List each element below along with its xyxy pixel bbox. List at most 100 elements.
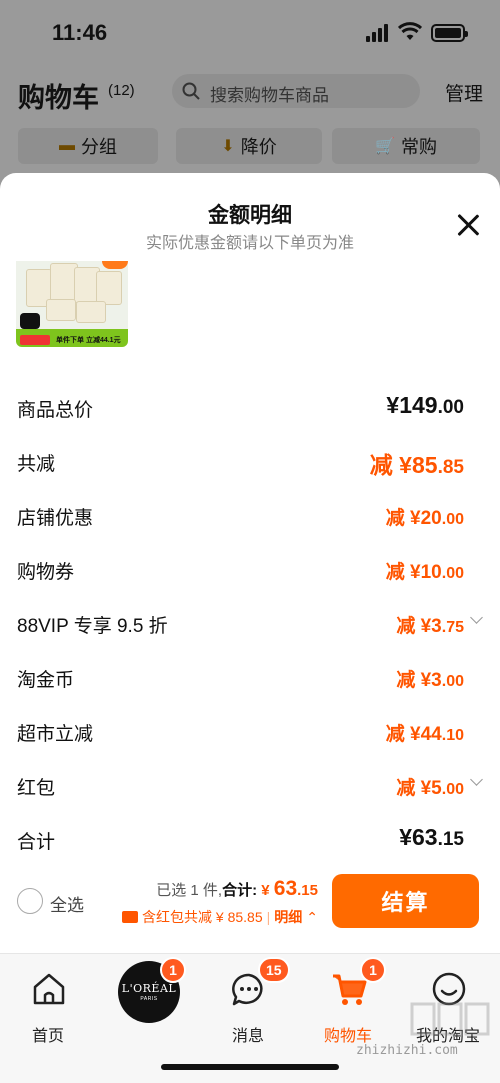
notification-badge: 1: [160, 957, 186, 983]
total-prefix: ¥: [261, 882, 274, 899]
value-prefix: 减 ¥: [385, 562, 421, 583]
filter-chip-frequent[interactable]: 🛒 常购: [332, 128, 480, 164]
red-packet-icon: [122, 911, 139, 923]
amount-row[interactable]: 88VIP 专享 9.5 折 减 ¥3.75: [0, 605, 500, 659]
chevron-down-icon[interactable]: [470, 775, 484, 789]
value-prefix: 减 ¥: [396, 616, 432, 637]
notification-badge: 1: [360, 957, 386, 983]
value-dec: .15: [437, 829, 464, 850]
sheet-title: 金额明细: [208, 204, 292, 227]
chevron-up-icon: ⌃: [306, 908, 318, 925]
select-all-label[interactable]: 全选: [50, 891, 84, 916]
amount-row: 淘金币 减 ¥3.00: [0, 659, 500, 713]
battery-icon: [431, 24, 468, 42]
cart-header: 购物车 (12) 搜索购物车商品 管理: [0, 66, 500, 118]
status-time: 11:46: [52, 20, 108, 45]
amount-row-label: 共减: [17, 454, 56, 475]
amount-row-label: 店铺优惠: [17, 508, 94, 529]
value-prefix: ¥: [386, 392, 400, 418]
amount-row-value: 减 ¥3.75: [396, 611, 464, 638]
amount-row-label: 淘金币: [17, 670, 75, 691]
discount-summary[interactable]: 含红包共减 ¥ 85.85 | 明细 ⌃: [122, 907, 318, 927]
value-int: 149: [399, 392, 438, 418]
value-dec: .00: [441, 673, 464, 690]
value-prefix: 减 ¥: [385, 724, 421, 745]
tmall-cat-icon: [20, 313, 40, 329]
amount-row-value: 减 ¥10.00: [386, 557, 464, 584]
thumb-pack: [96, 271, 122, 305]
filter-chip-label: 常购: [400, 137, 437, 157]
amount-row-label: 购物券: [17, 562, 75, 583]
search-placeholder: 搜索购物车商品: [210, 86, 329, 105]
amount-row: 商品总价 ¥149.00: [0, 389, 500, 443]
value-prefix: 减 ¥: [369, 452, 412, 478]
filter-row: ▬ 分组 ⬇ 降价 🛒 常购: [0, 128, 500, 166]
thumb-badge: [20, 335, 50, 345]
value-dec: .00: [441, 781, 464, 798]
thumb-pack: [46, 299, 76, 321]
total-label: 合计:: [222, 882, 258, 899]
close-icon[interactable]: [456, 213, 480, 237]
amount-row-label: 超市立减: [17, 724, 94, 745]
total-int: 63: [273, 877, 298, 900]
chevron-down-icon[interactable]: [470, 613, 484, 627]
notification-badge: 15: [258, 957, 290, 983]
value-int: 20: [420, 508, 442, 529]
amount-row-value: 减 ¥20.00: [386, 503, 464, 530]
checkout-button[interactable]: 结算: [332, 874, 479, 928]
thumb-corner-tag: [102, 261, 128, 269]
value-int: 85: [411, 452, 438, 478]
filter-chip-price-drop[interactable]: ⬇ 降价: [176, 128, 322, 164]
tab-label: 消息: [231, 1028, 264, 1045]
amount-row-label: 88VIP 专享 9.5 折: [17, 616, 168, 637]
value-int: 3: [431, 616, 442, 637]
value-dec: .85: [437, 457, 464, 478]
amount-row-value: 减 ¥85.85: [370, 446, 464, 480]
watermark-logo: [410, 1000, 490, 1040]
search-input[interactable]: 搜索购物车商品: [172, 74, 420, 108]
cart-page-background: 11:46 购物车 (12) 搜索购物车商品 管理 ▬ 分组 ⬇ 降价 🛒 常购: [0, 0, 500, 190]
value-dec: .00: [441, 565, 464, 582]
amount-detail-sheet: 金额明细 实际优惠金额请以下单页为准 单件下单 立减44.1元 商品总价 ¥149…: [0, 173, 500, 953]
select-all-radio[interactable]: [17, 888, 43, 914]
value-prefix: 减 ¥: [396, 778, 432, 799]
brand-sub: PARIS: [140, 996, 158, 1002]
page-title: 购物车: [18, 83, 99, 113]
search-icon: [182, 82, 200, 100]
value-dec: .75: [441, 619, 464, 636]
checkout-bar: 全选 已选 1 件,合计: ¥ 63.15 含红包共减 ¥ 85.85 | 明细…: [0, 866, 500, 936]
filter-chip-label: 降价: [240, 137, 277, 157]
tab-label: 首页: [31, 1028, 64, 1045]
detail-toggle[interactable]: 明细: [274, 907, 302, 927]
manage-button[interactable]: 管理: [445, 79, 483, 106]
thumb-ribbon-text: 单件下单 立减44.1元: [56, 337, 121, 344]
value-int: 3: [431, 670, 442, 691]
cart-icon: 🛒: [375, 138, 395, 155]
selected-summary: 已选 1 件,合计: ¥ 63.15: [156, 877, 318, 901]
amount-row-label: 红包: [17, 778, 56, 799]
amount-row: 共减 减 ¥85.85: [0, 443, 500, 497]
value-int: 63: [411, 824, 438, 850]
signal-icon: [366, 24, 392, 42]
value-dec: .00: [441, 511, 464, 528]
amount-row-value: 减 ¥3.00: [396, 665, 464, 692]
amount-row-value: ¥149.00: [386, 392, 464, 419]
total-amount: ¥ 63.15: [261, 877, 318, 900]
value-dec: .10: [441, 727, 464, 744]
amount-row-label: 商品总价: [17, 400, 94, 421]
filter-chip-group[interactable]: ▬ 分组: [18, 128, 158, 164]
product-thumbnail[interactable]: 单件下单 立减44.1元: [16, 261, 128, 347]
value-int: 10: [420, 562, 442, 583]
value-prefix: 减 ¥: [396, 670, 432, 691]
amount-row[interactable]: 红包 减 ¥5.00: [0, 767, 500, 821]
amount-row-value: 减 ¥44.10: [386, 719, 464, 746]
value-int: 5: [431, 778, 442, 799]
selected-count: 已选 1 件,: [156, 882, 223, 899]
price-drop-icon: ⬇: [221, 138, 235, 155]
amount-row: 购物券 减 ¥10.00: [0, 551, 500, 605]
home-indicator[interactable]: [161, 1064, 339, 1070]
value-prefix: ¥: [399, 824, 412, 850]
amount-row-value: 减 ¥5.00: [396, 773, 464, 800]
home-icon: [33, 973, 65, 1005]
amount-row: 超市立减 减 ¥44.10: [0, 713, 500, 767]
